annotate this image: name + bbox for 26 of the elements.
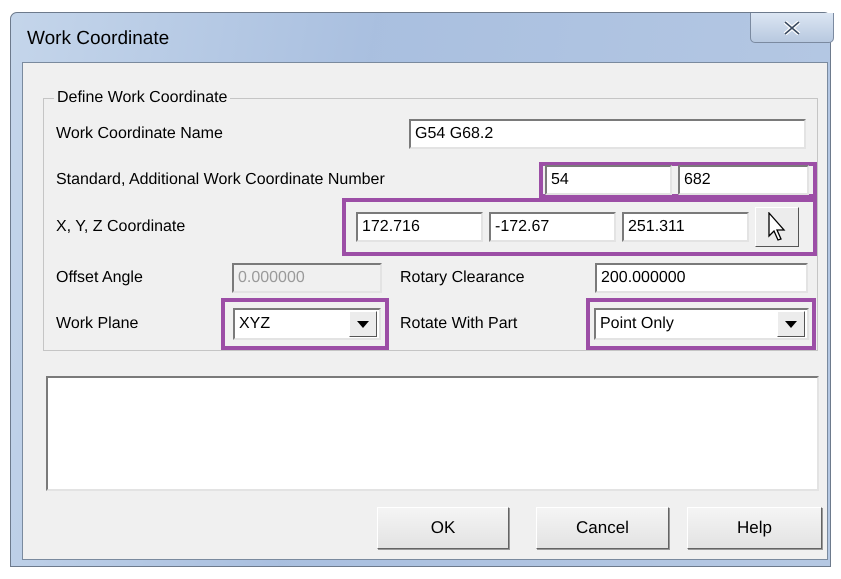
dialog-button[interactable]: Cancel xyxy=(536,507,669,549)
caret-icon xyxy=(785,320,797,328)
input-field[interactable]: 54 xyxy=(545,165,672,195)
input-field[interactable]: 200.000000 xyxy=(595,263,808,293)
cursor-button[interactable] xyxy=(755,207,799,247)
input-field[interactable]: -172.67 xyxy=(489,212,616,242)
caret-icon xyxy=(357,320,369,328)
window-title: Work Coordinate xyxy=(27,27,170,51)
field-label: Rotary Clearance xyxy=(400,268,526,288)
close-icon xyxy=(783,20,801,34)
dropdown[interactable]: XYZ xyxy=(233,308,381,340)
input-field[interactable]: 682 xyxy=(678,165,809,195)
field-label: X, Y, Z Coordinate xyxy=(56,217,186,237)
input-field[interactable]: G54 G68.2 xyxy=(409,119,806,149)
dialog-button[interactable]: Help xyxy=(687,507,822,549)
dropdown[interactable]: Point Only xyxy=(594,308,809,340)
field-label: Offset Angle xyxy=(56,268,144,288)
close-button[interactable] xyxy=(750,13,834,43)
field-label: Rotate With Part xyxy=(400,314,518,334)
input-field[interactable]: 172.716 xyxy=(356,212,483,242)
field-label: Work Plane xyxy=(56,314,140,334)
field-label: Work Coordinate Name xyxy=(56,124,223,144)
field-label: Standard, Additional Work Coordinate Number xyxy=(56,170,385,190)
input-field[interactable]: 251.311 xyxy=(622,212,749,242)
cursor-icon xyxy=(767,212,787,242)
dialog-button[interactable]: OK xyxy=(377,507,509,549)
